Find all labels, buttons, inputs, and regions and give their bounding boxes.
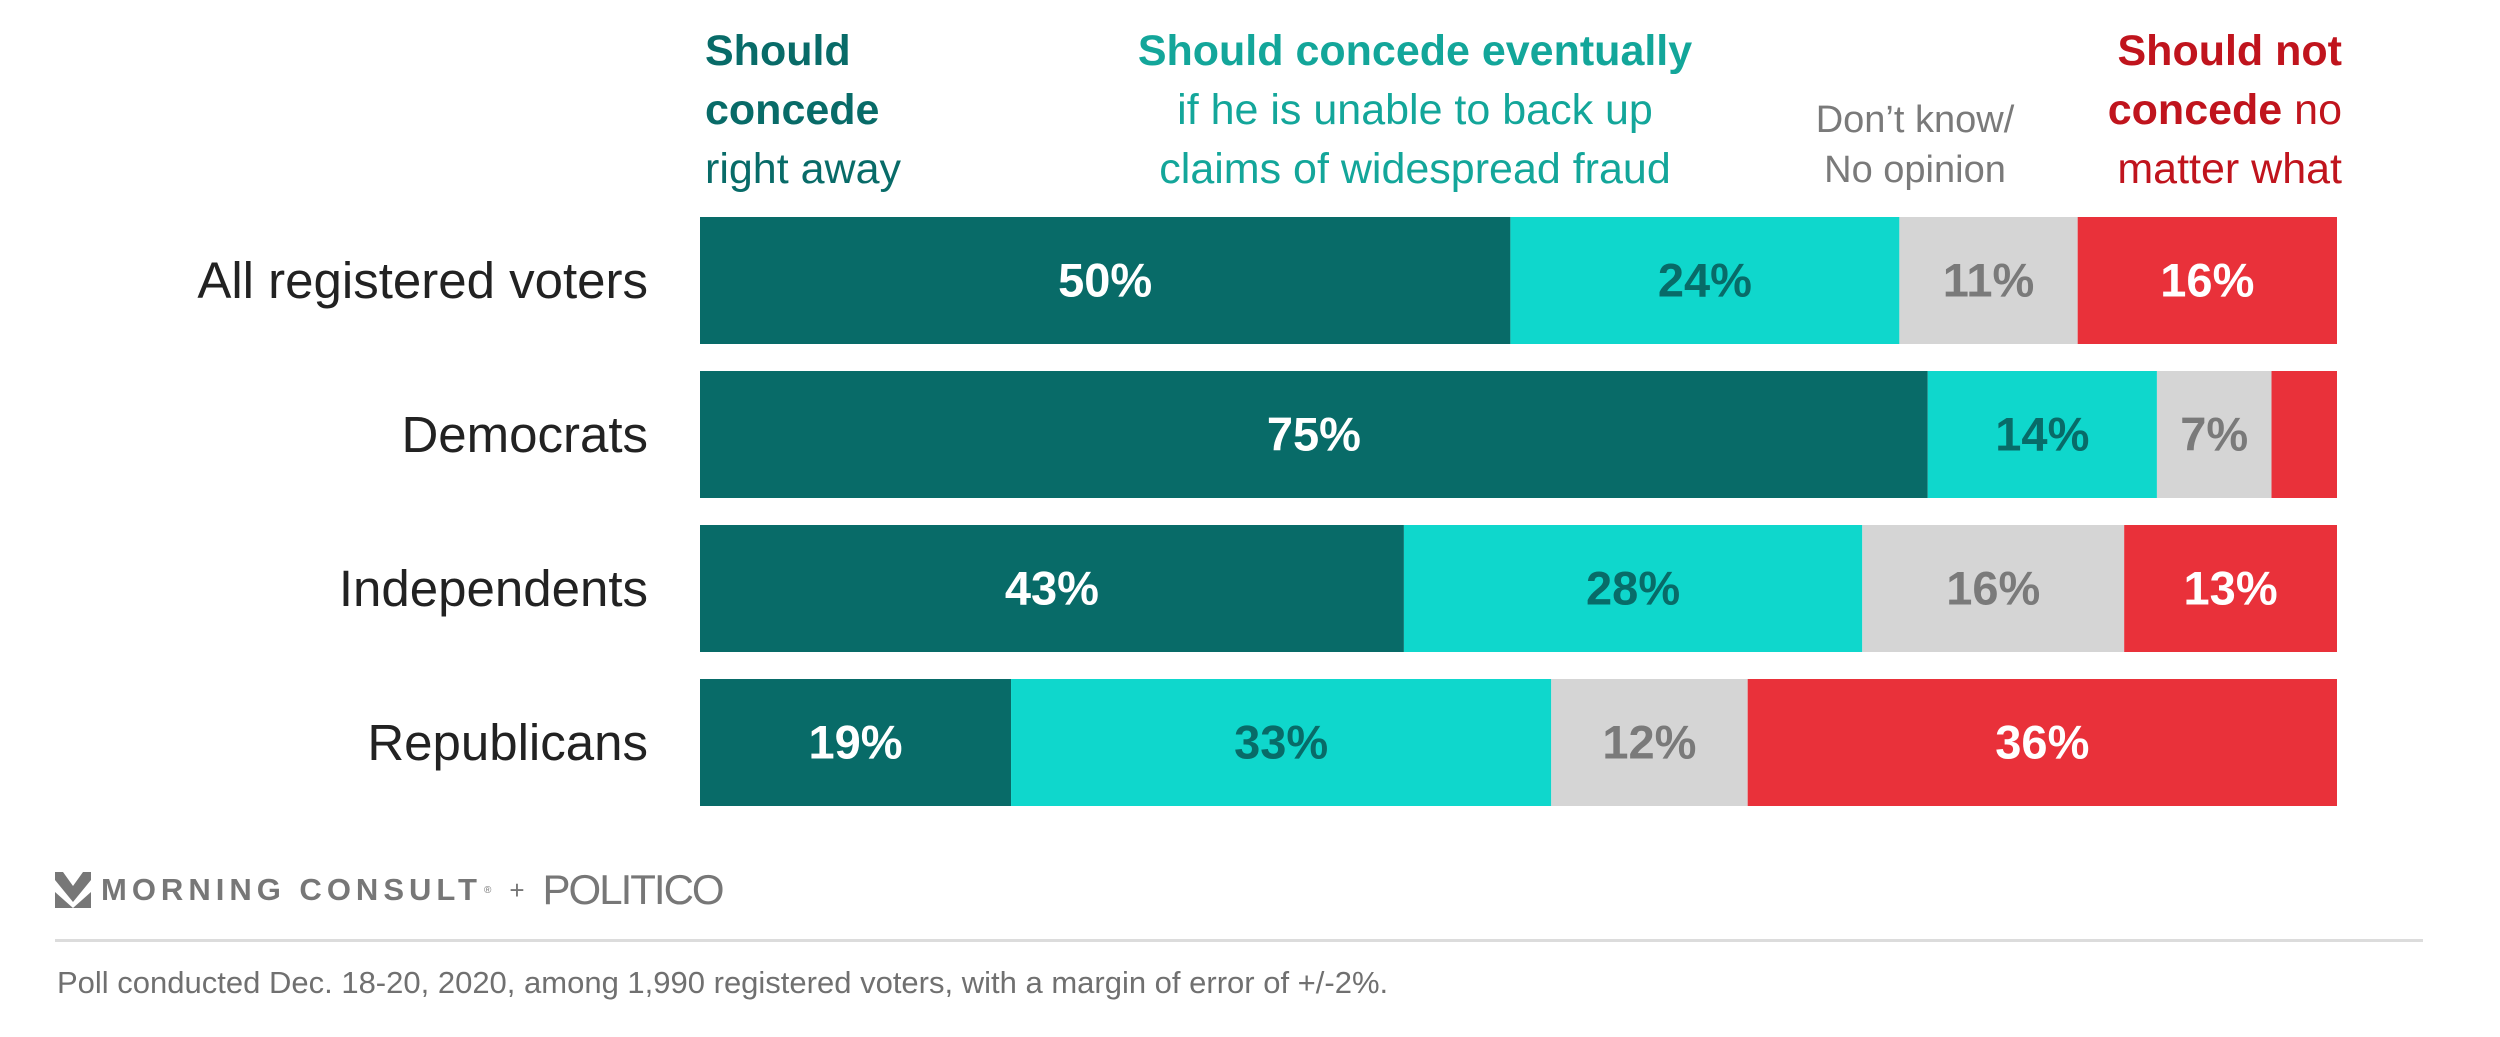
morning-consult-wordmark: MORNING CONSULT: [101, 872, 482, 907]
footnote: Poll conducted Dec. 18-20, 2020, among 1…: [57, 965, 1389, 1000]
data-label: 11%: [1943, 254, 2034, 307]
plus-sign: +: [509, 874, 525, 905]
data-label: 36%: [1995, 716, 2089, 769]
bar-segment: [2271, 371, 2337, 498]
data-label: 28%: [1586, 562, 1680, 615]
data-label: 12%: [1602, 716, 1696, 769]
politico-wordmark: POLITICO: [542, 866, 725, 913]
data-label: 50%: [1058, 254, 1152, 307]
data-label: 16%: [2160, 254, 2254, 307]
branding: MORNING CONSULT ® + POLITICO: [55, 866, 725, 913]
data-label: 75%: [1267, 408, 1361, 461]
data-label: 7%: [2180, 408, 2248, 461]
data-label: 33%: [1234, 716, 1328, 769]
morning-consult-logo-icon: [55, 872, 91, 908]
data-label: 43%: [1005, 562, 1099, 615]
data-label: 16%: [1946, 562, 2040, 615]
registered-mark: ®: [483, 884, 492, 896]
divider: [55, 939, 2423, 942]
data-label: 14%: [1995, 408, 2089, 461]
data-label: 19%: [808, 716, 902, 769]
data-label: 13%: [2184, 562, 2278, 615]
data-label: 24%: [1658, 254, 1752, 307]
